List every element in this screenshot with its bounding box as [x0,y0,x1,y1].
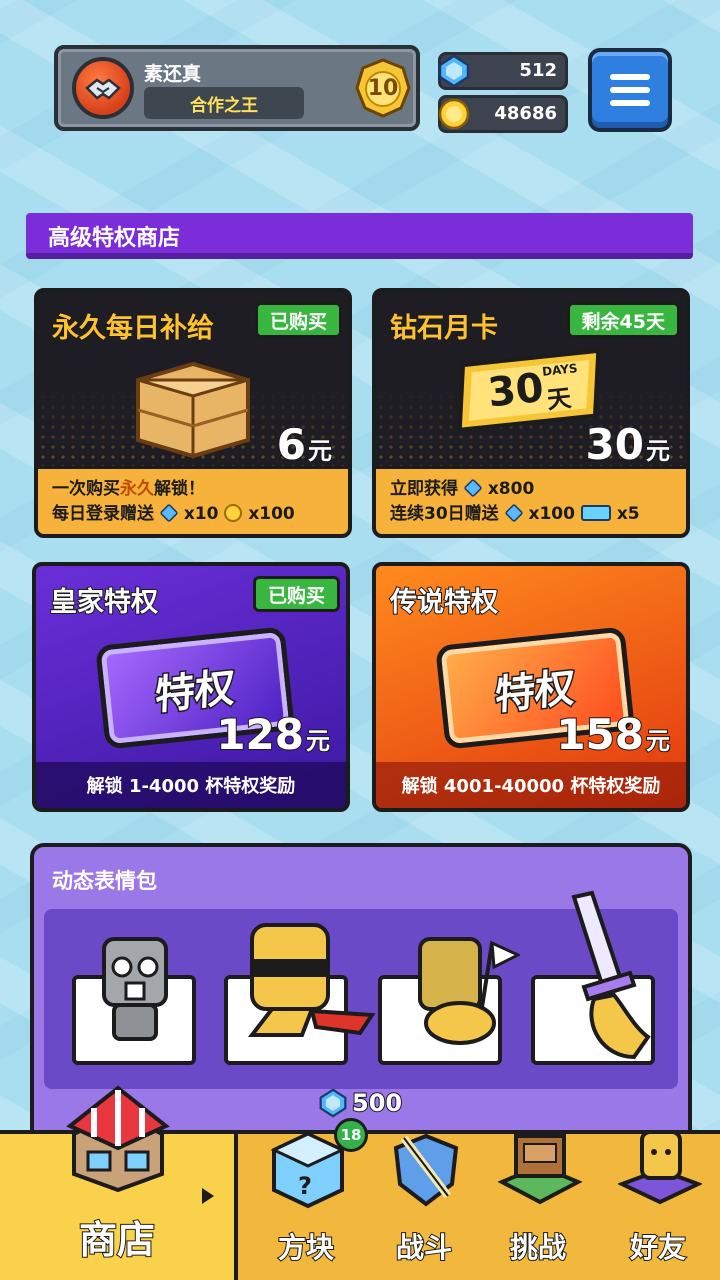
price-label: 30元 [585,419,671,470]
gem-reward-amount: x800 [487,479,535,499]
purchased-tag: 已购买 [252,576,340,612]
player-name: 素还真 [144,63,202,85]
price-unit: 元 [307,436,333,466]
gem-reward-amount: x10 [183,504,219,524]
sword-shield-icon [386,1128,466,1216]
permanent-highlight: 永久 [120,479,154,499]
card-title: 永久每日补给 [51,312,215,345]
reward-text: 解锁！ [154,479,205,499]
card-title: 传说特权 [389,586,499,619]
arrow-right-icon [202,1188,214,1204]
rank-number: 10 [367,75,399,101]
unlock-description: 解锁 4001-40000 杯特权奖励 [376,762,686,808]
reward-line-1: 立即获得 x800 [390,477,672,502]
price-label: 6元 [276,419,333,470]
price-unit: 元 [645,436,671,466]
diamond-icon [159,503,179,523]
nav-label-blocks: 方块 [277,1230,335,1265]
nav-label-challenge: 挑战 [509,1230,567,1265]
menu-bar [610,74,650,80]
wooden-crate-icon [128,350,258,464]
emoji-pack-title: 动态表情包 [52,869,157,893]
friend-character-icon [616,1126,704,1216]
diamond-monthly-card[interactable]: 钻石月卡 剩余45天 30 DAYS 天 30元 立即获得 x800 连续30日… [372,288,690,538]
gem-counter[interactable]: 512 [438,52,568,90]
price-value: 6 [276,419,307,470]
diamond-icon [435,52,473,90]
diamond-icon [463,478,483,498]
reward-text: 立即获得 [390,479,458,499]
nav-label-battle: 战斗 [395,1230,453,1265]
nav-tab-blocks[interactable]: ? 方块 [246,1131,366,1280]
signboard-icon [497,1126,583,1216]
emoji-pack-price-value: 500 [351,1088,403,1118]
diamond-icon [319,1088,347,1118]
blocks-notification-badge: 18 [334,1118,368,1152]
white-flag-emoji-icon [400,923,520,1053]
section-banner: 高级特权商店 [26,213,693,259]
gem-reward-amount: x100 [528,504,575,524]
main-menu-button[interactable] [588,48,672,132]
nav-tab-shop[interactable]: 商店 [0,1085,238,1280]
nav-tab-challenge[interactable]: 挑战 [478,1134,598,1280]
royal-privilege-card[interactable]: 皇家特权 已购买 特权 128元 解锁 1-4000 杯特权奖励 [32,562,350,812]
day-unit: 天 [545,384,573,415]
reward-text: 一次购买 [52,479,120,499]
reward-line-2: 连续30日赠送 x100 x5 [390,502,672,527]
thirty-number: 30 [485,364,546,417]
rank-badge-icon: 10 [352,57,414,119]
card-title: 钻石月卡 [389,312,499,345]
stone-crying-emoji-icon [90,929,180,1049]
price-unit: 元 [645,726,671,756]
cool-sunglasses-emoji-icon [232,915,382,1055]
daily-supply-card[interactable]: 永久每日补给 已购买 6元 一次购买永久解锁！ 每日登录赠送 x10 x100 [34,288,352,538]
reward-info: 一次购买永久解锁！ 每日登录赠送 x10 x100 [38,466,348,534]
coin-icon [224,504,243,522]
emoji-pack-price[interactable]: 500 [318,1088,403,1118]
reward-text: 每日登录赠送 [52,504,154,524]
price-value: 158 [555,709,645,760]
coin-reward-amount: x100 [248,504,295,524]
svg-text:?: ? [298,1172,312,1200]
bottom-navigation: 商店 ? 方块 战斗 挑战 好友 [0,1085,720,1280]
shop-stall-icon [66,1082,170,1196]
price-label: 128元 [215,709,331,760]
menu-bar [610,100,650,106]
nav-tab-battle[interactable]: 战斗 [364,1133,484,1280]
reward-line-1: 一次购买永久解锁！ [52,477,334,502]
nav-label-shop: 商店 [78,1217,156,1263]
legend-privilege-card[interactable]: 传说特权 特权 158元 解锁 4001-40000 杯特权奖励 [372,562,690,812]
price-value: 30 [585,419,645,470]
nav-label-friends: 好友 [629,1230,687,1265]
coin-amount: 48686 [494,103,557,124]
section-title: 高级特权商店 [48,226,181,251]
reward-line-2: 每日登录赠送 x10 x100 [52,502,334,527]
remaining-days-tag: 剩余45天 [566,302,680,338]
unlock-description: 解锁 1-4000 杯特权奖励 [36,762,346,808]
emoji-preview-area [44,890,678,1089]
sword-emoji-icon [544,887,654,1067]
price-value: 128 [215,709,305,760]
ticket-icon [580,505,611,521]
menu-bar [610,87,650,93]
gem-amount: 512 [519,60,557,81]
reward-text: 连续30日赠送 [390,504,499,524]
diamond-icon [504,503,524,523]
ticket-reward-amount: x5 [616,504,640,524]
purchased-tag: 已购买 [254,302,342,338]
price-unit: 元 [305,726,331,756]
reward-info: 立即获得 x800 连续30日赠送 x100 x5 [376,466,686,534]
player-profile-card[interactable]: 素还真 合作之王 10 [54,45,420,131]
handshake-avatar-icon [72,57,134,119]
price-label: 158元 [555,709,671,760]
coin-counter[interactable]: 48686 [438,95,568,133]
player-title-badge: 合作之王 [144,87,304,119]
card-title: 皇家特权 [49,586,159,619]
coin-icon [435,95,473,133]
nav-tab-friends[interactable]: 好友 [598,1130,718,1280]
